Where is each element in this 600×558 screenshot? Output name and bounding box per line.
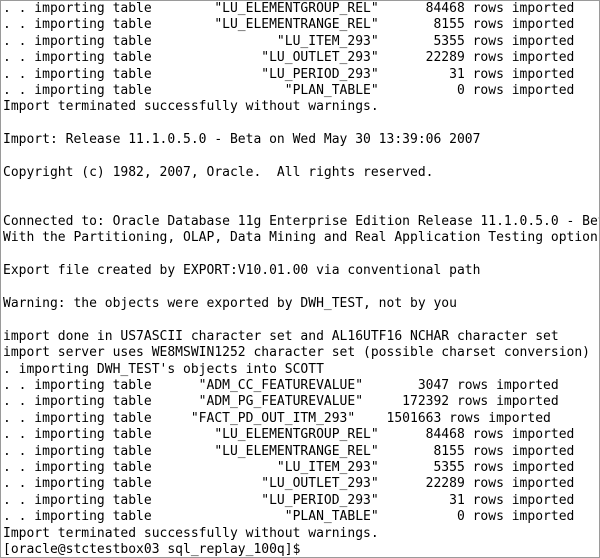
terminal-line: . . importing table "LU_ELEMENTRANGE_REL… [3, 443, 575, 459]
terminal-line: Warning: the objects were exported by DW… [3, 296, 457, 312]
terminal-line: Import terminated successfully without w… [3, 525, 379, 541]
terminal-line: . . importing table "LU_PERIOD_293" 31 r… [3, 492, 575, 508]
terminal-line: Import terminated successfully without w… [3, 99, 379, 115]
terminal-line: . . importing table "LU_PERIOD_293" 31 r… [3, 66, 575, 82]
terminal-line: import done in US7ASCII character set an… [3, 328, 559, 344]
terminal-line: . . importing table "ADM_CC_FEATUREVALUE… [3, 377, 559, 393]
terminal-line: . . importing table "LU_ITEM_293" 5355 r… [3, 459, 575, 475]
terminal-line: . . importing table "LU_ELEMENTGROUP_REL… [3, 427, 575, 443]
terminal-line: . . importing table "PLAN_TABLE" 0 rows … [3, 82, 575, 98]
terminal-line: Copyright (c) 1982, 2007, Oracle. All ri… [3, 164, 434, 180]
terminal-line: . . importing table "ADM_PG_FEATUREVALUE… [3, 394, 559, 410]
terminal-output: . . importing table "LU_ELEMENTGROUP_REL… [3, 1, 600, 557]
terminal-line: . . importing table "PLAN_TABLE" 0 rows … [3, 509, 575, 525]
terminal-line: With the Partitioning, OLAP, Data Mining… [3, 230, 600, 246]
terminal-line: Export file created by EXPORT:V10.01.00 … [3, 263, 481, 279]
terminal-line: . . importing table "LU_OUTLET_293" 2228… [3, 50, 575, 66]
terminal-line: Connected to: Oracle Database 11g Enterp… [3, 214, 600, 230]
terminal-line: . . importing table "FACT_PD_OUT_ITM_293… [3, 410, 551, 426]
terminal-line: import server uses WE8MSWIN1252 characte… [3, 345, 590, 361]
terminal-line: . . importing table "LU_ELEMENTRANGE_REL… [3, 17, 575, 33]
terminal-line: . . importing table "LU_ITEM_293" 5355 r… [3, 33, 575, 49]
shell-prompt[interactable]: [oracle@stctestbox03 sql_replay_100q]$ [3, 542, 599, 557]
terminal-line: . importing DWH_TEST's objects into SCOT… [3, 361, 324, 377]
terminal-line: Import: Release 11.1.0.5.0 - Beta on Wed… [3, 132, 481, 148]
terminal-line: . . importing table "LU_ELEMENTGROUP_REL… [3, 1, 575, 16]
terminal-window[interactable]: . . importing table "LU_ELEMENTGROUP_REL… [0, 0, 600, 558]
terminal-line: . . importing table "LU_OUTLET_293" 2228… [3, 476, 575, 492]
